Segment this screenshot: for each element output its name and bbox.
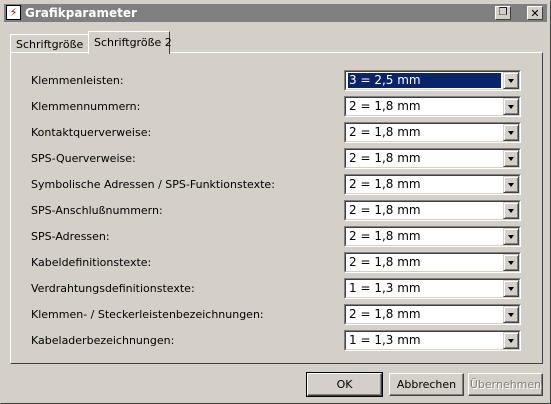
tab-label: Schriftgröße 2 [94, 36, 172, 49]
select-value: 2 = 1,8 mm [349, 99, 421, 113]
dropdown-button[interactable] [503, 306, 519, 323]
font-size-select[interactable]: 1 = 1,3 mm [344, 330, 521, 351]
close-button[interactable]: ✕ [527, 6, 543, 20]
param-label: Klemmenleisten: [31, 74, 124, 87]
param-label: SPS-Querverweise: [31, 152, 136, 165]
param-label: Kabeladerbezeichnungen: [31, 334, 175, 347]
chevron-down-icon [508, 105, 514, 109]
font-size-select[interactable]: 1 = 1,3 mm [344, 278, 521, 299]
font-size-select[interactable]: 2 = 1,8 mm [344, 122, 521, 143]
chevron-down-icon [508, 287, 514, 291]
font-size-select[interactable]: 2 = 1,8 mm [344, 174, 521, 195]
select-value: 2 = 1,8 mm [349, 203, 421, 217]
param-row: Symbolische Adressen / SPS-Funktionstext… [11, 174, 542, 195]
param-label: SPS-Anschlußnummern: [31, 204, 163, 217]
dropdown-button[interactable] [503, 254, 519, 271]
chevron-down-icon [508, 261, 514, 265]
dropdown-button[interactable] [503, 150, 519, 167]
tab-panel: Klemmenleisten: 3 = 2,5 mm Klemmennummer… [10, 52, 543, 364]
dropdown-button[interactable] [503, 72, 519, 89]
param-label: SPS-Adressen: [31, 230, 110, 243]
param-label: Kontaktquerverweise: [31, 126, 152, 139]
chevron-down-icon [508, 313, 514, 317]
select-value: 2 = 1,8 mm [349, 125, 421, 139]
dropdown-button[interactable] [503, 124, 519, 141]
font-size-select[interactable]: 2 = 1,8 mm [344, 304, 521, 325]
param-row: Klemmen- / Steckerleistenbezeichnungen: … [11, 304, 542, 325]
select-value: 1 = 1,3 mm [349, 333, 421, 347]
dropdown-button[interactable] [503, 176, 519, 193]
dialog-window: ⚡ Grafikparameter ❐ ✕ Schriftgröße 1 Sch… [0, 0, 551, 404]
tab-schriftgroesse-1[interactable]: Schriftgröße 1 [10, 34, 94, 54]
param-label: Klemmen- / Steckerleistenbezeichnungen: [31, 308, 264, 321]
ok-button[interactable]: OK [306, 372, 383, 397]
chevron-down-icon [508, 79, 514, 83]
apply-button[interactable]: Übernehmen [468, 373, 543, 396]
font-size-select[interactable]: 2 = 1,8 mm [344, 148, 521, 169]
select-value: 1 = 1,3 mm [349, 281, 421, 295]
param-row: Klemmennummern: 2 = 1,8 mm [11, 96, 542, 117]
select-value: 2 = 1,8 mm [349, 177, 421, 191]
cancel-button[interactable]: Abbrechen [389, 373, 464, 396]
app-logo-icon: ⚡ [6, 5, 21, 20]
param-row: SPS-Querverweise: 2 = 1,8 mm [11, 148, 542, 169]
chevron-down-icon [508, 131, 514, 135]
font-size-select[interactable]: 2 = 1,8 mm [344, 252, 521, 273]
select-value: 2 = 1,8 mm [349, 151, 421, 165]
font-size-select[interactable]: 3 = 2,5 mm [344, 70, 521, 91]
font-size-select[interactable]: 2 = 1,8 mm [344, 226, 521, 247]
chevron-down-icon [508, 157, 514, 161]
dropdown-button[interactable] [503, 98, 519, 115]
chevron-down-icon [508, 339, 514, 343]
param-row: SPS-Adressen: 2 = 1,8 mm [11, 226, 542, 247]
dropdown-button[interactable] [503, 202, 519, 219]
param-row: SPS-Anschlußnummern: 2 = 1,8 mm [11, 200, 542, 221]
title-bar[interactable]: ⚡ Grafikparameter ❐ ✕ [4, 4, 547, 22]
chevron-down-icon [508, 235, 514, 239]
dropdown-button[interactable] [503, 332, 519, 349]
param-label: Klemmennummern: [31, 100, 141, 113]
dropdown-button[interactable] [503, 228, 519, 245]
tab-label: Schriftgröße 1 [16, 38, 94, 51]
param-row: Klemmenleisten: 3 = 2,5 mm [11, 70, 542, 91]
select-value: 2 = 1,8 mm [349, 255, 421, 269]
param-row: Kontaktquerverweise: 2 = 1,8 mm [11, 122, 542, 143]
select-value: 2 = 1,8 mm [349, 229, 421, 243]
param-row: Kabeldefinitionstexte: 2 = 1,8 mm [11, 252, 542, 273]
param-row: Verdrahtungsdefinitionstexte: 1 = 1,3 mm [11, 278, 542, 299]
chevron-down-icon [508, 209, 514, 213]
font-size-select[interactable]: 2 = 1,8 mm [344, 200, 521, 221]
param-label: Symbolische Adressen / SPS-Funktionstext… [31, 178, 275, 191]
chevron-down-icon [508, 183, 514, 187]
param-label: Verdrahtungsdefinitionstexte: [31, 282, 195, 295]
tab-schriftgroesse-2[interactable]: Schriftgröße 2 [88, 31, 172, 54]
select-value: 3 = 2,5 mm [348, 73, 501, 88]
dropdown-button[interactable] [503, 280, 519, 297]
param-row: Kabeladerbezeichnungen: 1 = 1,3 mm [11, 330, 542, 351]
param-label: Kabeldefinitionstexte: [31, 256, 152, 269]
font-size-select[interactable]: 2 = 1,8 mm [344, 96, 521, 117]
restore-icon[interactable]: ❐ [495, 6, 511, 20]
select-value: 2 = 1,8 mm [349, 307, 421, 321]
window-title: Grafikparameter [25, 6, 137, 20]
